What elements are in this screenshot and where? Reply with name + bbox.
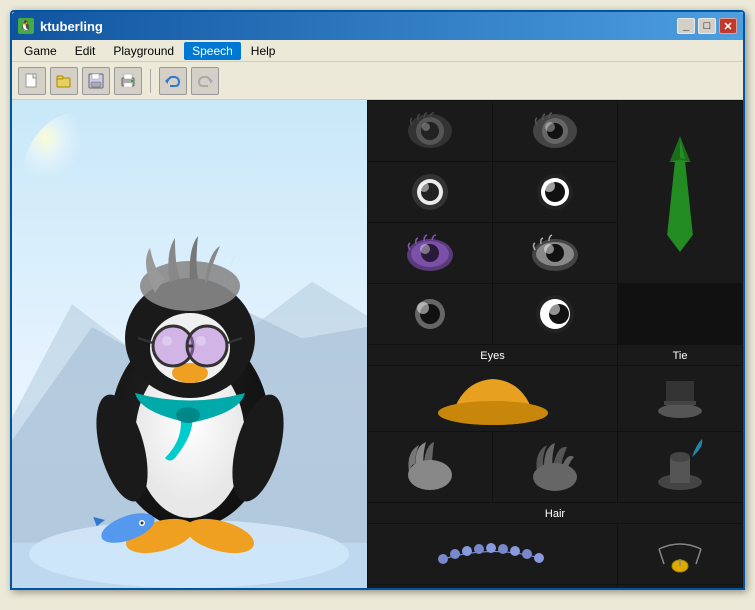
eye-item-5[interactable] bbox=[368, 223, 492, 283]
hair-item-4[interactable] bbox=[493, 432, 617, 502]
menu-speech[interactable]: Speech bbox=[184, 42, 241, 60]
main-window: 🐧 ktuberling _ □ ✕ Game Edit Playground … bbox=[10, 10, 745, 590]
menu-game[interactable]: Game bbox=[16, 42, 65, 60]
toolbar-separator bbox=[150, 69, 151, 93]
eye-item-1[interactable] bbox=[368, 101, 492, 161]
save-button[interactable] bbox=[82, 67, 110, 95]
title-bar-left: 🐧 ktuberling bbox=[18, 18, 103, 34]
eye-item-2[interactable] bbox=[493, 101, 617, 161]
eye-item-7[interactable] bbox=[368, 284, 492, 344]
print-button[interactable] bbox=[114, 67, 142, 95]
scene-panel bbox=[12, 100, 367, 588]
title-bar: 🐧 ktuberling _ □ ✕ bbox=[12, 12, 743, 40]
eye-item-3[interactable] bbox=[368, 162, 492, 222]
hair-item-2[interactable] bbox=[618, 366, 742, 431]
maximize-button[interactable]: □ bbox=[698, 18, 716, 34]
window-controls: _ □ ✕ bbox=[677, 18, 737, 34]
accessories-panel: Eyes Tie bbox=[367, 100, 743, 588]
tie-label: Tie bbox=[618, 345, 742, 365]
open-button[interactable] bbox=[50, 67, 78, 95]
minimize-button[interactable]: _ bbox=[677, 18, 695, 34]
menu-bar: Game Edit Playground Speech Help bbox=[12, 40, 743, 62]
app-icon: 🐧 bbox=[18, 18, 34, 34]
main-content: Eyes Tie bbox=[12, 100, 743, 588]
hair-item-3[interactable] bbox=[368, 432, 492, 502]
eyes-label: Eyes bbox=[368, 345, 617, 365]
undo-button[interactable] bbox=[159, 67, 187, 95]
penguin bbox=[80, 218, 300, 558]
necklace-item-3[interactable] bbox=[368, 585, 617, 588]
window-title: ktuberling bbox=[40, 19, 103, 34]
menu-edit[interactable]: Edit bbox=[67, 42, 104, 60]
menu-help[interactable]: Help bbox=[243, 42, 284, 60]
new-button[interactable] bbox=[18, 67, 46, 95]
close-button[interactable]: ✕ bbox=[719, 18, 737, 34]
redo-button[interactable] bbox=[191, 67, 219, 95]
necklace-item-4[interactable] bbox=[618, 585, 742, 588]
tie-item[interactable] bbox=[618, 101, 742, 283]
toolbar bbox=[12, 62, 743, 100]
menu-playground[interactable]: Playground bbox=[105, 42, 182, 60]
eye-item-4[interactable] bbox=[493, 162, 617, 222]
necklace-item-2[interactable] bbox=[618, 524, 742, 584]
hair-label: Hair bbox=[368, 503, 742, 523]
hair-item-5[interactable] bbox=[618, 432, 742, 502]
necklace-item-1[interactable] bbox=[368, 524, 617, 584]
hair-item-1[interactable] bbox=[368, 366, 617, 431]
eye-item-8[interactable] bbox=[493, 284, 617, 344]
eye-item-6[interactable] bbox=[493, 223, 617, 283]
